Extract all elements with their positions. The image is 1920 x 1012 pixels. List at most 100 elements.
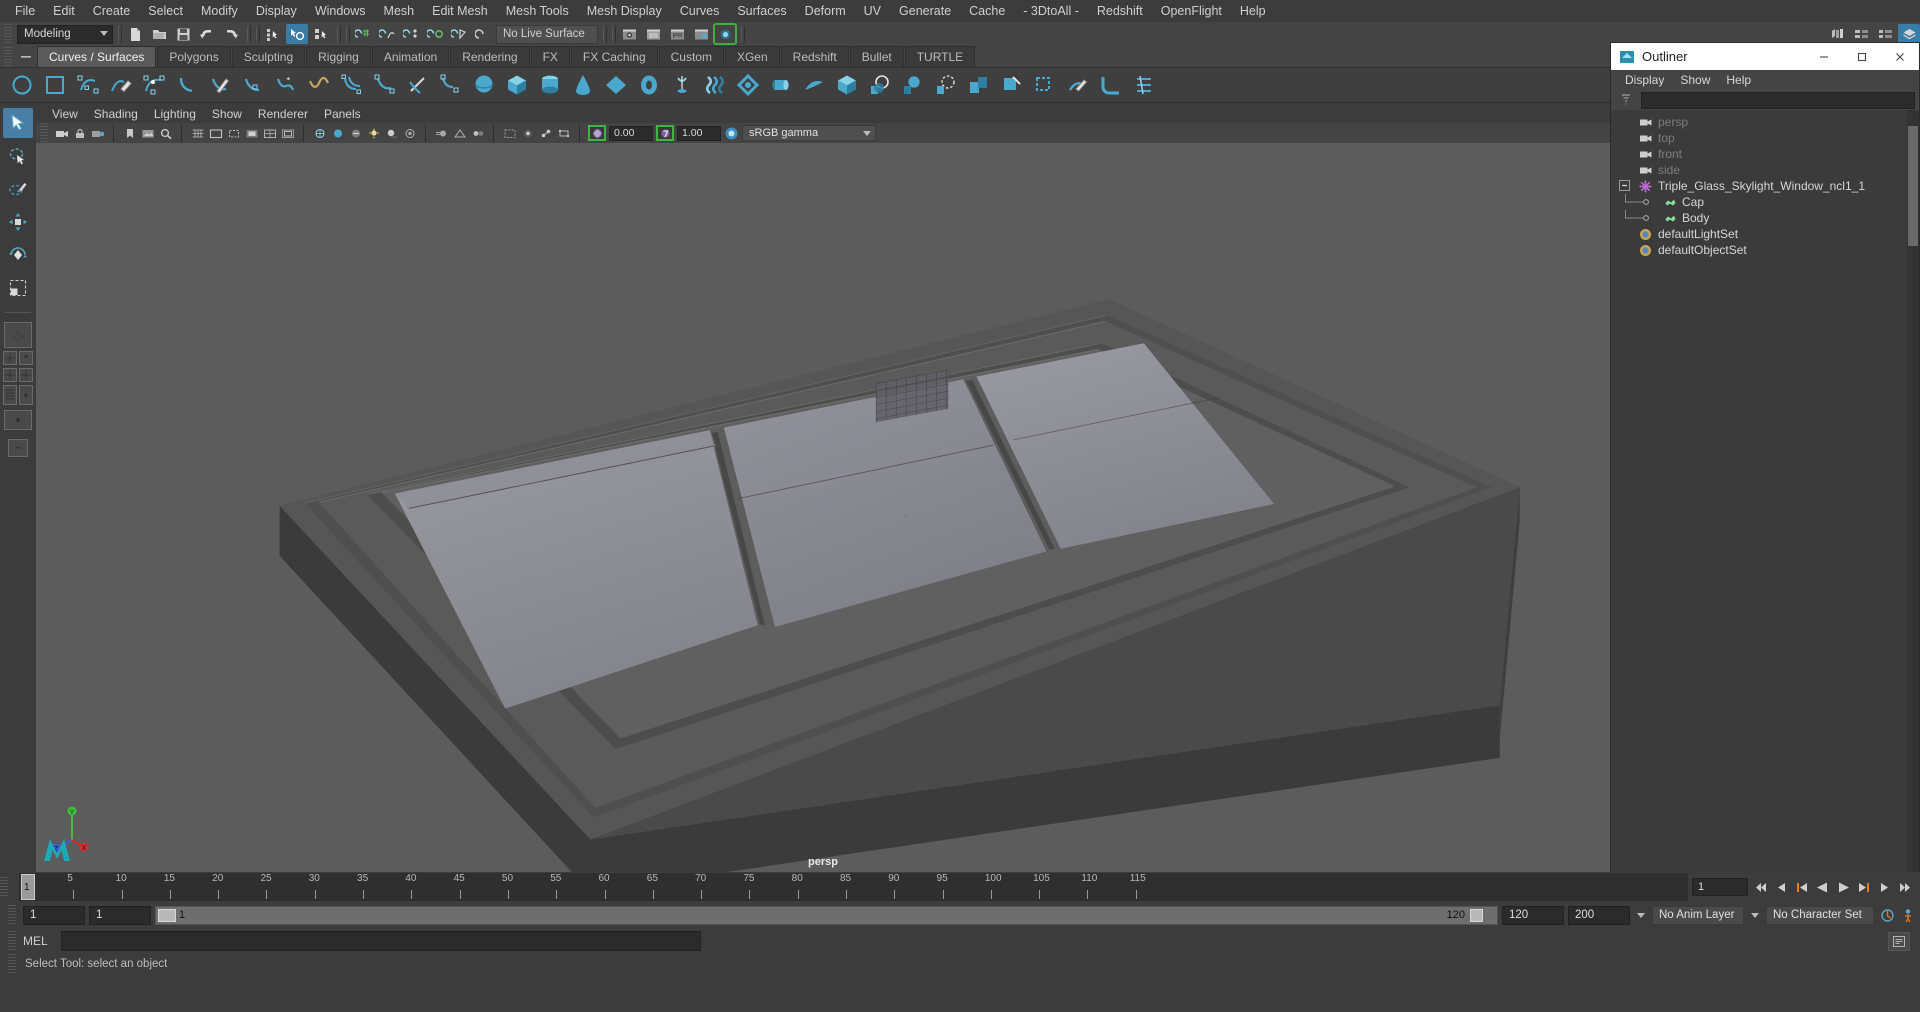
lasso-select-tool[interactable] xyxy=(3,141,33,171)
grid-icon[interactable] xyxy=(190,126,205,141)
viewport-menu-shading[interactable]: Shading xyxy=(86,106,146,122)
outliner-item-persp[interactable]: persp xyxy=(1611,114,1919,130)
help-line-gripper[interactable] xyxy=(8,954,16,974)
shelf-tab-curves-surfaces[interactable]: Curves / Surfaces xyxy=(37,46,157,67)
intersect-curves-icon[interactable] xyxy=(437,72,464,99)
isolate-select-icon[interactable] xyxy=(502,126,517,141)
shelf-tab-fx-caching[interactable]: FX Caching xyxy=(570,46,658,67)
planar-icon[interactable] xyxy=(734,72,761,99)
detach-curves-icon[interactable] xyxy=(305,72,332,99)
shelf-tab-redshift[interactable]: Redshift xyxy=(780,46,849,67)
menu-item-help[interactable]: Help xyxy=(1231,2,1275,20)
menu-item-cache[interactable]: Cache xyxy=(960,2,1014,20)
live-surface-field[interactable]: No Live Surface xyxy=(496,24,598,44)
persp-uv-layout[interactable] xyxy=(3,385,17,405)
depth-of-field-icon[interactable] xyxy=(470,126,485,141)
chevron-down-icon[interactable] xyxy=(1637,912,1645,918)
shelf-tab-polygons[interactable]: Polygons xyxy=(157,46,231,67)
outliner-item-side[interactable]: side xyxy=(1611,162,1919,178)
shelf-tab-sculpting[interactable]: Sculpting xyxy=(231,46,306,67)
menu-item-file[interactable]: File xyxy=(6,2,44,20)
offset-curve-icon[interactable] xyxy=(338,72,365,99)
character-set-icon[interactable] xyxy=(1901,905,1920,925)
nurbs-cone-icon[interactable] xyxy=(569,72,596,99)
persp-outliner-layout[interactable] xyxy=(19,351,33,365)
safe-action-icon[interactable] xyxy=(280,126,295,141)
duplicate-surface-curves-icon[interactable] xyxy=(371,72,398,99)
stitch-tool-icon[interactable] xyxy=(1130,72,1157,99)
nurbs-cylinder-icon[interactable] xyxy=(536,72,563,99)
wireframe-icon[interactable] xyxy=(312,126,327,141)
single-perspective-layout[interactable] xyxy=(4,322,32,348)
camera-attributes-icon[interactable] xyxy=(90,126,105,141)
shelf-tab-animation[interactable]: Animation xyxy=(371,46,450,67)
viewport-toolbar-gripper[interactable] xyxy=(40,123,48,143)
motion-blur-icon[interactable] xyxy=(434,126,449,141)
time-slider[interactable]: 1 5 10 15 20 25 30 35 40 45 50 55 60 65 70 75 80 85 90 95 1… xyxy=(19,873,1688,901)
channel-box-icon[interactable] xyxy=(1898,24,1920,44)
outliner-item-cap[interactable]: Cap xyxy=(1611,194,1919,210)
attribute-editor-icon[interactable] xyxy=(1850,24,1872,44)
nurbs-plane-icon[interactable] xyxy=(602,72,629,99)
make-live-icon[interactable] xyxy=(472,24,494,44)
nurbs-cube-icon[interactable] xyxy=(503,72,530,99)
show-hide-editor-icon[interactable] xyxy=(1826,24,1848,44)
undo-icon[interactable] xyxy=(196,24,218,44)
menu-item-uv[interactable]: UV xyxy=(855,2,890,20)
hypershade-icon[interactable] xyxy=(713,23,737,45)
attach-curves-icon[interactable] xyxy=(272,72,299,99)
script-editor-icon[interactable] xyxy=(1888,931,1910,951)
birail-icon[interactable] xyxy=(800,72,827,99)
outliner-title-bar[interactable]: Outliner xyxy=(1611,43,1919,70)
step-forward-frame-icon[interactable] xyxy=(1876,877,1895,897)
menu-item-windows[interactable]: Windows xyxy=(306,2,375,20)
smooth-shade-all-icon[interactable] xyxy=(330,126,345,141)
menu-item-select[interactable]: Select xyxy=(139,2,192,20)
go-to-end-icon[interactable] xyxy=(1897,877,1916,897)
animation-end-field[interactable]: 200 xyxy=(1568,905,1630,925)
select-camera-icon[interactable] xyxy=(54,126,69,141)
menu-set-selector[interactable]: Modeling xyxy=(17,24,113,44)
chevron-down-icon[interactable] xyxy=(1751,912,1759,918)
gamma-field[interactable]: 1.00 xyxy=(677,125,721,141)
intersect-surfaces-icon[interactable] xyxy=(965,72,992,99)
shelf-tab-custom[interactable]: Custom xyxy=(658,46,724,67)
time-slider-gripper[interactable] xyxy=(0,877,8,897)
ipr-render-icon[interactable]: IPR xyxy=(666,24,688,44)
shelf-menu-icon[interactable] xyxy=(15,47,37,67)
menu-item-edit-mesh[interactable]: Edit Mesh xyxy=(423,2,497,20)
outliner-item-defaultlightset[interactable]: defaultLightSet xyxy=(1611,226,1919,242)
two-d-pan-zoom-icon[interactable] xyxy=(158,126,173,141)
nurbs-square-icon[interactable] xyxy=(41,72,68,99)
surface-fillet-icon[interactable] xyxy=(1097,72,1124,99)
revolve-icon[interactable] xyxy=(668,72,695,99)
range-slider[interactable]: 1 120 xyxy=(155,905,1498,925)
snap-to-grid-icon[interactable] xyxy=(352,24,374,44)
four-view-layout[interactable] xyxy=(3,351,17,365)
minimize-button[interactable] xyxy=(1805,43,1843,70)
step-forward-key-icon[interactable] xyxy=(1855,877,1874,897)
outliner-menu-display[interactable]: Display xyxy=(1617,72,1672,88)
color-management-icon[interactable] xyxy=(724,126,739,141)
curve-edit-tool-icon[interactable] xyxy=(206,72,233,99)
playback-end-field[interactable]: 120 xyxy=(1502,905,1564,925)
menu-item-modify[interactable]: Modify xyxy=(192,2,247,20)
color-transform-dropdown[interactable]: sRGB gamma xyxy=(742,125,876,141)
lock-camera-icon[interactable] xyxy=(72,126,87,141)
resolution-gate-icon[interactable] xyxy=(226,126,241,141)
outliner-item-front[interactable]: front xyxy=(1611,146,1919,162)
shelf-tab-bullet[interactable]: Bullet xyxy=(849,46,904,67)
playback-start-field[interactable]: 1 xyxy=(89,905,151,925)
render-current-frame-icon[interactable] xyxy=(618,24,640,44)
animation-preferences-icon[interactable] xyxy=(1878,905,1897,925)
untrim-surfaces-icon[interactable] xyxy=(1031,72,1058,99)
boundary-icon[interactable] xyxy=(833,72,860,99)
menu-item-create[interactable]: Create xyxy=(84,2,140,20)
loft-icon[interactable] xyxy=(701,72,728,99)
outliner-item-top[interactable]: top xyxy=(1611,130,1919,146)
range-slider-gripper[interactable] xyxy=(8,905,16,925)
menu-item-edit[interactable]: Edit xyxy=(44,2,84,20)
shelf-tab-fx[interactable]: FX xyxy=(530,46,570,67)
snap-to-curve-icon[interactable] xyxy=(376,24,398,44)
maximize-button[interactable] xyxy=(1843,43,1881,70)
